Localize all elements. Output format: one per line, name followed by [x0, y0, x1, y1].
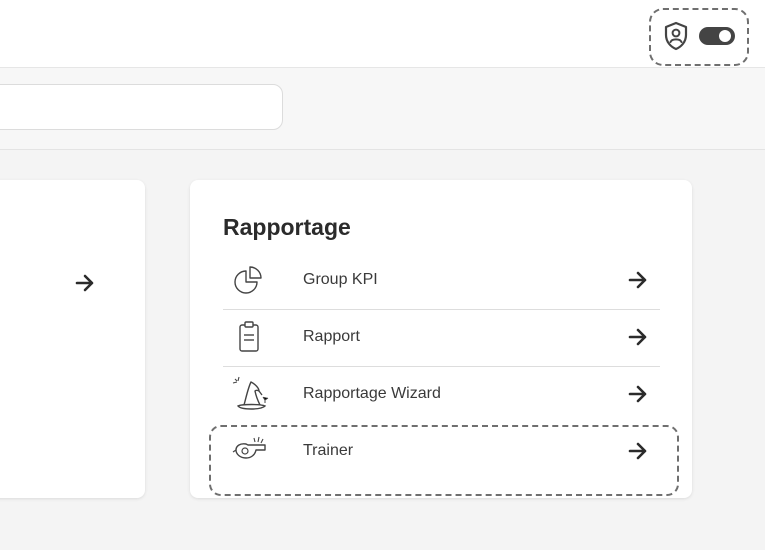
arrow-right-icon[interactable]	[628, 271, 648, 294]
whistle-icon	[232, 433, 266, 469]
menu-item-label: Group KPI	[303, 271, 378, 288]
menu-item-rapport[interactable]: Rapport	[223, 309, 660, 367]
pie-chart-icon	[232, 262, 266, 298]
menu-item-label: Rapportage Wizard	[303, 385, 441, 402]
toggle-icon[interactable]	[698, 26, 736, 51]
arrow-right-icon[interactable]	[75, 274, 95, 297]
rapportage-card: Rapportage Group KPI Rapport Rapportage …	[190, 180, 692, 498]
wizard-hat-icon	[232, 376, 269, 412]
arrow-right-icon[interactable]	[628, 328, 648, 351]
menu-item-trainer[interactable]: Trainer	[223, 423, 660, 480]
search-bar-area	[0, 68, 765, 150]
top-bar	[0, 0, 765, 68]
menu-item-group-kpi[interactable]: Group KPI	[223, 252, 660, 310]
menu-item-label: Rapport	[303, 328, 360, 345]
arrow-right-icon[interactable]	[628, 442, 648, 465]
shield-user-icon[interactable]	[663, 21, 689, 56]
clipboard-icon	[232, 319, 266, 355]
menu-item-rapportage-wizard[interactable]: Rapportage Wizard	[223, 366, 660, 423]
menu-item-label: Trainer	[303, 442, 354, 459]
search-input[interactable]	[0, 84, 283, 130]
arrow-right-icon[interactable]	[628, 385, 648, 408]
card-title: Rapportage	[223, 214, 351, 240]
highlighted-header-icons	[649, 8, 749, 66]
left-card	[0, 180, 145, 498]
